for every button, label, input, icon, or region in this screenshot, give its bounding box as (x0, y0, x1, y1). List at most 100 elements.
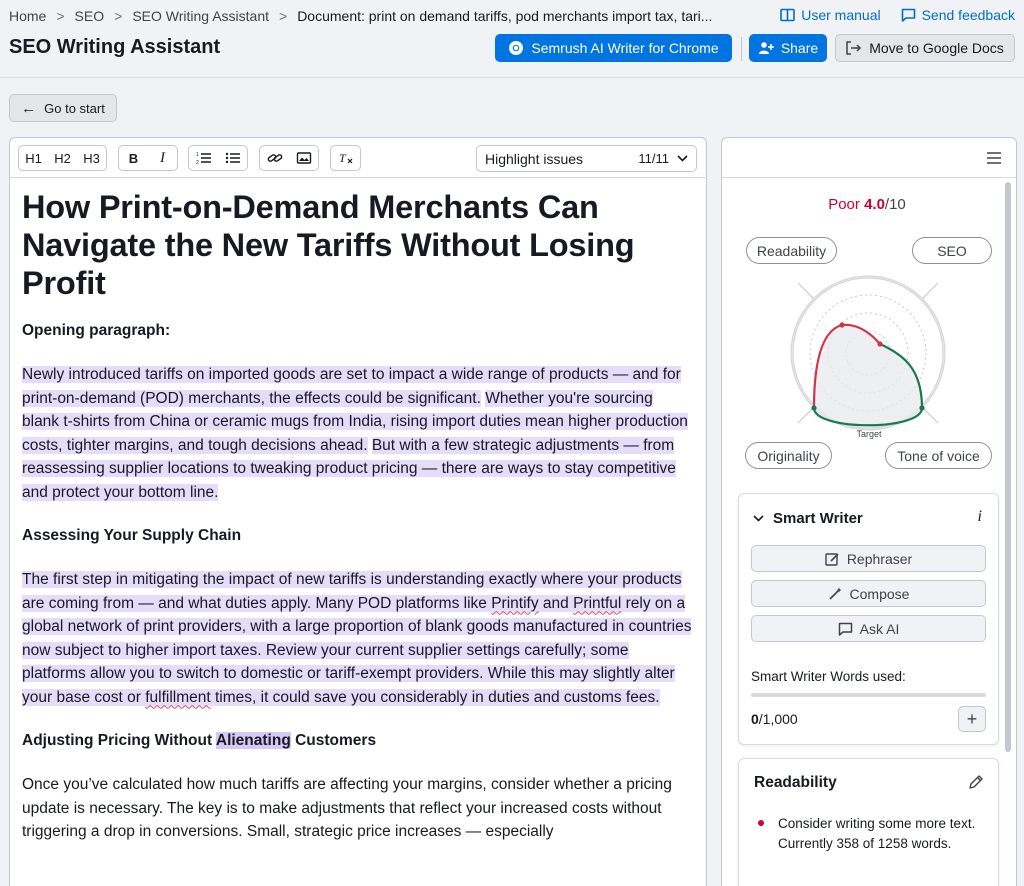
chevron-right-icon: > (114, 8, 123, 24)
send-feedback-label: Send feedback (921, 7, 1015, 23)
edit-icon[interactable] (968, 774, 984, 790)
breadcrumb-swa[interactable]: SEO Writing Assistant (132, 8, 269, 24)
top-links: User manual Send feedback (780, 7, 1015, 23)
seo-point (877, 341, 883, 347)
panel-header (722, 138, 1016, 178)
link-button[interactable] (260, 146, 289, 170)
semrush-chrome-button[interactable]: Semrush AI Writer for Chrome (495, 34, 732, 62)
text-run: and (538, 594, 574, 612)
h3-label: H3 (83, 150, 100, 166)
panel-scrollbar[interactable] (1005, 182, 1011, 752)
bullet-list-button[interactable] (218, 146, 247, 170)
link-icon (267, 154, 282, 162)
info-icon[interactable]: i (978, 508, 982, 526)
words-used-progress (751, 693, 986, 697)
chat-icon (838, 622, 852, 636)
clear-format-button[interactable]: T (331, 146, 360, 170)
image-icon (296, 152, 311, 164)
list-group: 12 (188, 145, 248, 171)
breadcrumb-home[interactable]: Home (9, 8, 46, 24)
menu-icon[interactable] (987, 152, 1001, 164)
highlighted-word[interactable]: Alienating (215, 732, 291, 749)
italic-icon: I (160, 149, 165, 166)
score-value: 4.0 (864, 196, 885, 213)
h1-button[interactable]: H1 (19, 146, 48, 170)
chat-icon (901, 8, 915, 22)
ordered-list-icon: 12 (196, 152, 211, 165)
text-run: times, it could save you considerably in… (210, 688, 660, 706)
paragraph-opening[interactable]: Newly introduced tariffs on imported goo… (22, 363, 694, 504)
italic-button[interactable]: I (148, 146, 177, 170)
seo-pill[interactable]: SEO (912, 237, 992, 264)
readability-card: Readability Consider writing some more t… (738, 758, 999, 886)
h2-button[interactable]: H2 (48, 146, 77, 170)
bold-icon: B (128, 150, 139, 166)
rephraser-button[interactable]: Rephraser (751, 545, 986, 572)
text-run: Customers (290, 732, 377, 749)
go-to-start-label: Go to start (44, 100, 105, 116)
rephraser-label: Rephraser (846, 550, 913, 567)
words-limit: /1,000 (758, 711, 798, 727)
chevron-down-icon (753, 515, 764, 522)
chrome-button-label: Semrush AI Writer for Chrome (531, 40, 719, 56)
share-button[interactable]: Share (749, 34, 827, 62)
svg-text:2: 2 (196, 160, 199, 165)
editor-panel: H1 H2 H3 B I 12 T Highlight issues 11/11… (9, 137, 707, 886)
readability-pill[interactable]: Readability (746, 237, 837, 264)
target-label: Target (856, 429, 882, 439)
chrome-icon (509, 41, 524, 55)
score-max: /10 (884, 196, 906, 213)
tone-point (919, 405, 925, 411)
breadcrumb-seo[interactable]: SEO (75, 8, 105, 24)
insert-group (259, 145, 319, 171)
heading-opening[interactable]: Opening paragraph: (22, 322, 694, 340)
move-button-label: Move to Google Docs (869, 40, 1004, 56)
page-title: SEO Writing Assistant (9, 36, 221, 58)
readability-title: Readability (754, 774, 837, 791)
spelling-issue[interactable]: fulfillment (145, 689, 210, 706)
chevron-right-icon: > (56, 8, 65, 24)
ask-ai-button[interactable]: Ask AI (751, 615, 986, 642)
heading-pricing[interactable]: Adjusting Pricing Without Alienating Cus… (22, 732, 694, 750)
compose-button[interactable]: Compose (751, 580, 986, 607)
spelling-issue[interactable]: Printify (491, 595, 538, 612)
chevron-right-icon: > (279, 8, 288, 24)
highlighted-text[interactable]: The first step in mitigating the impact … (22, 571, 692, 706)
heading-supply-chain[interactable]: Assessing Your Supply Chain (22, 527, 694, 545)
ordered-list-button[interactable]: 12 (189, 146, 218, 170)
user-manual-link[interactable]: User manual (780, 7, 881, 23)
magic-wand-icon (828, 587, 842, 600)
document-title[interactable]: How Print-on-Demand Merchants Can Naviga… (22, 188, 694, 302)
book-icon (780, 8, 796, 22)
spelling-issue[interactable]: Printful (573, 595, 621, 612)
add-words-button[interactable]: + (958, 706, 986, 732)
heading-group: H1 H2 H3 (18, 145, 107, 171)
paragraph-pricing[interactable]: Once you’ve calculated how much tariffs … (22, 773, 694, 844)
clear-format-icon: T (339, 151, 352, 165)
h2-label: H2 (54, 150, 71, 166)
bold-button[interactable]: B (119, 146, 148, 170)
go-to-start-button[interactable]: ← Go to start (9, 94, 117, 122)
ask-ai-label: Ask AI (859, 620, 900, 637)
highlight-issues-select[interactable]: Highlight issues 11/11 (476, 145, 697, 172)
tone-of-voice-pill[interactable]: Tone of voice (885, 442, 992, 469)
divider (741, 37, 742, 61)
assistant-panel: Poor 4.0/10 Target Readability SEO Origi… (721, 137, 1017, 886)
move-google-docs-button[interactable]: Move to Google Docs (835, 34, 1015, 62)
readability-issue-text: Consider writing some more text. Current… (778, 816, 976, 851)
readability-point (839, 322, 845, 328)
smart-writer-header[interactable]: Smart Writer (753, 510, 863, 527)
editor-toolbar: H1 H2 H3 B I 12 T Highlight issues 11/11 (10, 138, 706, 178)
paragraph-supply-chain[interactable]: The first step in mitigating the impact … (22, 568, 694, 709)
send-feedback-link[interactable]: Send feedback (901, 7, 1015, 23)
svg-text:1: 1 (196, 152, 199, 158)
arrow-left-icon: ← (21, 99, 37, 117)
document-body[interactable]: How Print-on-Demand Merchants Can Naviga… (10, 178, 706, 844)
originality-point (811, 405, 817, 411)
smart-writer-title: Smart Writer (773, 510, 863, 527)
h3-button[interactable]: H3 (77, 146, 106, 170)
score-label: Poor (828, 196, 860, 213)
image-button[interactable] (289, 146, 318, 170)
words-used-value: 0 (751, 711, 759, 727)
originality-pill[interactable]: Originality (745, 442, 832, 469)
